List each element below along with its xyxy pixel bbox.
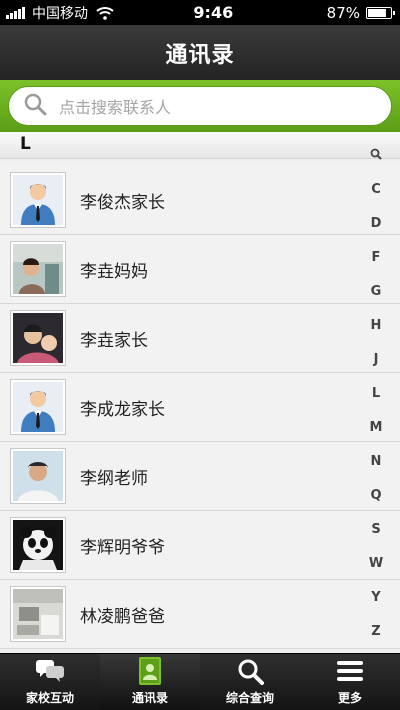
default-avatar-icon [10,172,66,228]
contact-row[interactable]: 李俊杰家长 [0,166,400,235]
contact-name: 李垚家长 [80,330,148,351]
index-letter[interactable]: Y [368,590,384,605]
battery-icon [366,6,395,19]
contact-row[interactable]: 林凌鹏爸爸 [0,580,400,649]
status-bar: 中国移动 9:46 87% [0,0,400,25]
search-icon [23,92,47,120]
alphabet-index-bar[interactable]: C D F G H J L M N Q S W Y Z [354,148,400,648]
carrier-name: 中国移动 [32,5,88,22]
tab-bar: 家校互动 通讯录 综合查询 更多 [0,653,400,710]
index-letter[interactable]: J [368,352,384,367]
index-letter[interactable]: F [368,250,384,265]
index-letter[interactable]: W [368,556,384,571]
status-time: 9:46 [193,3,234,22]
index-letter[interactable]: C [368,182,384,197]
search-placeholder: 点击搜索联系人 [59,98,172,117]
index-letter[interactable]: Z [368,624,384,639]
signal-strength-icon [6,6,26,19]
battery-fill [368,8,387,17]
contact-name: 李成龙家长 [80,399,165,420]
index-letter[interactable]: H [368,318,384,333]
contact-name: 李纲老师 [80,468,148,489]
battery-percent: 87% [326,3,360,22]
page-title: 通讯录 [165,42,235,68]
index-letter[interactable]: Q [368,488,384,503]
index-letter[interactable]: S [368,522,384,537]
index-letter[interactable]: D [368,216,384,231]
tab-more[interactable]: 更多 [300,654,400,710]
tab-query[interactable]: 综合查询 [200,654,300,710]
contact-name: 林凌鹏爸爸 [80,606,165,627]
index-letter[interactable]: M [368,420,384,435]
tab-label: 家校互动 [25,691,74,705]
photo-avatar [10,448,66,504]
contact-row[interactable]: 李纲老师 [0,442,400,511]
status-right: 87% [327,4,400,22]
photo-avatar [10,517,66,573]
contact-row[interactable]: 李辉明爷爷 [0,511,400,580]
chat-bubbles-icon [35,656,65,686]
contact-name: 李垚妈妈 [80,261,148,282]
tab-label: 综合查询 [225,691,274,705]
tab-label: 更多 [337,691,362,705]
index-letter[interactable]: G [368,284,384,299]
tab-label: 通讯录 [131,691,168,705]
navigation-bar: 通讯录 [0,25,400,80]
index-letter[interactable]: L [368,386,384,401]
default-avatar-icon [10,379,66,435]
photo-avatar [10,586,66,642]
tab-contacts[interactable]: 通讯录 [100,654,200,710]
contact-list: 李俊杰家长 李垚妈妈 李垚家长 李成龙家长 李纲老师 李辉明爷爷 林凌鹏爸爸 [0,166,400,649]
search-area: 点击搜索联系人 [0,80,400,132]
tab-home-school[interactable]: 家校互动 [0,654,100,710]
section-letter: L [20,134,31,154]
contacts-book-icon [135,656,165,686]
contact-name: 李俊杰家长 [80,192,165,213]
contact-name: 李辉明爷爷 [80,537,165,558]
search-icon [235,656,265,686]
search-input[interactable]: 点击搜索联系人 [8,86,392,126]
contact-row[interactable]: 李成龙家长 [0,373,400,442]
menu-icon [335,656,365,686]
wifi-icon [96,6,114,20]
photo-avatar [10,241,66,297]
index-letter[interactable]: N [368,454,384,469]
contact-row[interactable]: 李垚妈妈 [0,235,400,304]
index-search-icon[interactable] [368,148,384,164]
section-header: L [0,132,400,159]
photo-avatar [10,310,66,366]
contact-row[interactable]: 李垚家长 [0,304,400,373]
